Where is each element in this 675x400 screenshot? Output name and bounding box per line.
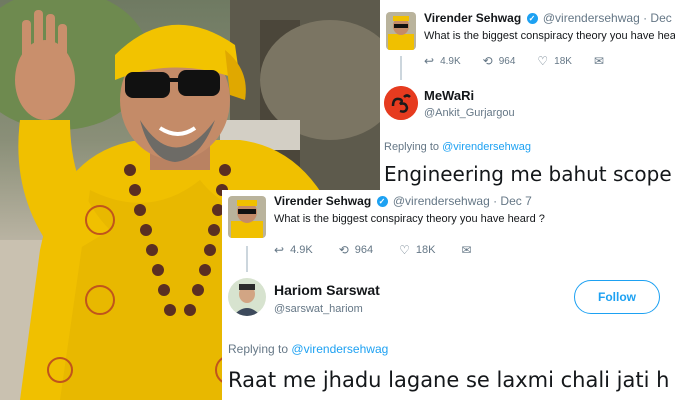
retweet-icon: ⟲ (338, 243, 349, 257)
like-count: 18K (554, 55, 572, 67)
verified-icon: ✓ (526, 13, 538, 24)
direct-message-button[interactable]: ✉ (594, 54, 610, 68)
tweet-card-1: Virender Sehwag ✓ @virendersehwag · Dec … (380, 0, 675, 190)
retweet-icon: ⟲ (482, 54, 493, 68)
user-avatar-icon (228, 278, 266, 316)
avatar[interactable] (384, 86, 418, 120)
reply-author-name[interactable]: MeWaRi (424, 88, 474, 103)
tweet-text: What is the biggest conspiracy theory yo… (424, 30, 675, 42)
like-icon: ♡ (399, 243, 410, 257)
thread-line (400, 56, 402, 80)
om-logo-icon (384, 86, 418, 120)
replying-to-handle[interactable]: @virendersehwag (291, 342, 388, 356)
reply-icon: ↩ (274, 243, 285, 257)
retweet-button[interactable]: ⟲ 964 (483, 54, 516, 68)
direct-message-button[interactable]: ✉ (461, 243, 477, 257)
verified-icon: ✓ (376, 196, 388, 207)
like-count: 18K (415, 244, 436, 256)
author-handle[interactable]: @virendersehwag (393, 194, 490, 208)
message-icon: ✉ (593, 54, 605, 68)
author-handle[interactable]: @virendersehwag (543, 11, 640, 25)
replying-to-prefix: Replying to (228, 342, 289, 356)
reply-text-body: Raat me jhadu lagane se laxmi chali jati… (228, 368, 670, 392)
author-name[interactable]: Virender Sehwag (274, 194, 371, 208)
replying-to-prefix: Replying to (384, 141, 440, 153)
reply-count: 4.9K (290, 244, 313, 256)
retweet-count: 964 (498, 55, 516, 67)
like-button[interactable]: ♡ 18K (537, 54, 572, 68)
reply-button[interactable]: ↩ 4.9K (274, 243, 313, 257)
avatar[interactable] (228, 196, 266, 238)
avatar[interactable] (386, 12, 416, 50)
avatar[interactable] (228, 278, 266, 316)
message-icon: ✉ (461, 243, 472, 257)
follow-button[interactable]: Follow (574, 280, 660, 314)
retweet-count: 964 (354, 244, 374, 256)
reply-author-handle[interactable]: @Ankit_Gurjargou (424, 107, 515, 119)
replying-to-handle[interactable]: @virendersehwag (442, 141, 531, 153)
tweet-date[interactable]: · Dec 7 (643, 11, 675, 25)
author-name[interactable]: Virender Sehwag (424, 11, 521, 25)
tweet-author[interactable]: Virender Sehwag ✓ @virendersehwag · Dec … (274, 194, 532, 208)
retweet-button[interactable]: ⟲ 964 (339, 243, 373, 257)
replying-to: Replying to @virendersehwag (384, 141, 531, 153)
sehwag-avatar-icon (386, 12, 416, 50)
reply-icon: ↩ (424, 54, 435, 68)
reply-text: Raat me jhadu lagane se laxmi chali jati… (228, 368, 675, 392)
tweet-author[interactable]: Virender Sehwag ✓ @virendersehwag · Dec … (424, 11, 675, 25)
tweet-date[interactable]: · Dec 7 (493, 194, 532, 208)
tweet-card-2: Virender Sehwag ✓ @virendersehwag · Dec … (222, 190, 675, 400)
reply-button[interactable]: ↩ 4.9K (424, 54, 461, 68)
reply-text: Engineering me bahut scope h (384, 162, 675, 186)
thread-line (246, 246, 248, 272)
tweet-actions: ↩ 4.9K ⟲ 964 ♡ 18K ✉ (274, 243, 500, 257)
like-button[interactable]: ♡ 18K (399, 243, 435, 257)
reply-count: 4.9K (440, 55, 461, 67)
replying-to: Replying to @virendersehwag (228, 342, 388, 356)
tweet-actions: ↩ 4.9K ⟲ 964 ♡ 18K ✉ (424, 54, 632, 68)
like-icon: ♡ (537, 54, 549, 68)
tweet-text: What is the biggest conspiracy theory yo… (274, 213, 545, 225)
reply-author-name[interactable]: Hariom Sarswat (274, 282, 380, 298)
reply-author-handle[interactable]: @sarswat_hariom (274, 303, 363, 315)
sehwag-avatar-icon (228, 196, 266, 238)
